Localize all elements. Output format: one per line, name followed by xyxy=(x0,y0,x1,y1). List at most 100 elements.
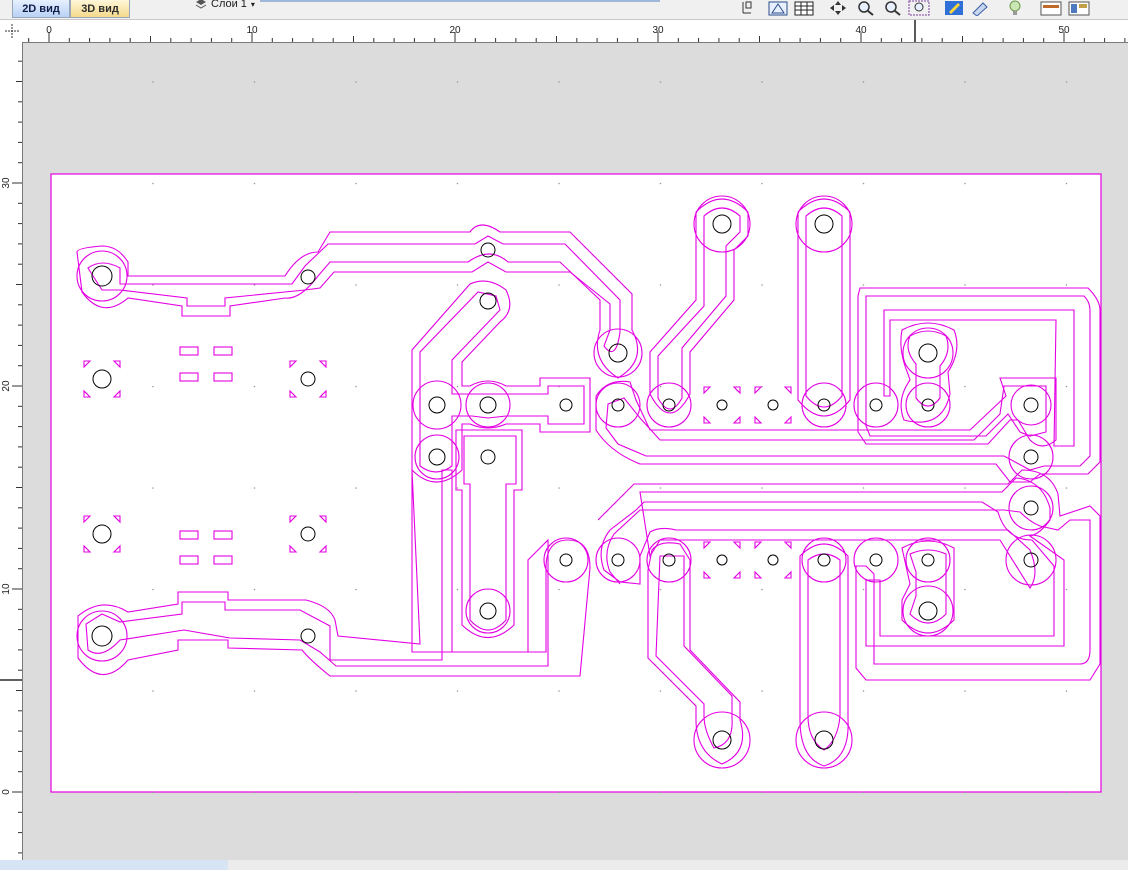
grid-dot xyxy=(152,791,154,794)
grid-dot xyxy=(761,284,763,286)
vertical-ruler: 30 20 10 0 xyxy=(0,42,23,860)
tab-3d-view[interactable]: 3D вид xyxy=(70,0,130,18)
grid-dot xyxy=(862,81,865,83)
grid-dot xyxy=(152,588,154,591)
zoom-in-icon[interactable] xyxy=(856,0,876,16)
grid-dot xyxy=(862,284,865,286)
grid-dot xyxy=(355,791,357,794)
grid-dot xyxy=(659,690,662,692)
grid-dot xyxy=(862,791,865,794)
grid-dot xyxy=(1065,182,1068,185)
grid-dot xyxy=(355,284,357,286)
ruler-label: 50 xyxy=(1058,25,1070,36)
grid-dot xyxy=(1065,690,1068,692)
panel-icon[interactable] xyxy=(1068,0,1090,16)
grid-dot xyxy=(456,284,459,286)
horizontal-ruler: 0 10 20 30 40 50 xyxy=(24,20,1128,43)
grid-dot xyxy=(862,690,865,692)
ruler-label: 0 xyxy=(1,789,12,795)
grid-dot xyxy=(152,182,154,185)
grid-dot xyxy=(761,81,763,83)
grid-dot xyxy=(558,487,560,489)
grid-dot xyxy=(964,81,966,83)
crosshair-icon xyxy=(5,24,19,38)
grid-dot xyxy=(456,385,459,388)
ruler-label: 30 xyxy=(1,177,12,189)
light-icon[interactable] xyxy=(1006,0,1024,16)
grid-dot xyxy=(761,791,763,794)
grid-dot xyxy=(659,385,662,388)
grid-dot xyxy=(558,690,560,692)
grid-dot xyxy=(355,81,357,83)
chevron-down-icon: ▾ xyxy=(250,0,255,9)
grid-dot xyxy=(253,385,256,388)
grid-dot xyxy=(964,385,966,388)
grid-dot xyxy=(964,284,966,286)
grid-dot xyxy=(456,487,459,489)
grid-dot xyxy=(558,588,560,591)
grid-icon[interactable] xyxy=(794,0,814,16)
select-icon[interactable] xyxy=(740,0,754,16)
grid-dot xyxy=(456,690,459,692)
grid-dot xyxy=(1065,284,1068,286)
grid-dot xyxy=(253,690,256,692)
top-toolbar: 2D вид 3D вид Слои 1 ▾ xyxy=(0,0,1128,20)
grid-dot xyxy=(152,81,154,83)
ruler-label: 10 xyxy=(246,25,258,36)
layers-icon xyxy=(195,0,207,9)
grid-dot xyxy=(659,588,662,591)
grid-dot xyxy=(659,81,662,83)
grid-dot xyxy=(152,385,154,388)
layer-selector[interactable]: Слои 1 ▾ xyxy=(195,0,255,10)
ruler-label: 20 xyxy=(449,25,461,36)
tab-2d-view[interactable]: 2D вид xyxy=(12,0,70,18)
workspace[interactable] xyxy=(23,43,1128,860)
ruler-label: 20 xyxy=(1,380,12,392)
grid-dot xyxy=(558,791,560,794)
grid-dot xyxy=(1065,487,1068,489)
grid-dot xyxy=(456,182,459,185)
grid-dot xyxy=(659,791,662,794)
grid-dot xyxy=(355,588,357,591)
layer-label: Слои 1 xyxy=(211,0,247,10)
edit-icon[interactable] xyxy=(944,0,964,16)
grid-dot xyxy=(456,81,459,83)
grid-dot xyxy=(253,182,256,185)
vertical-ruler-scale: 30 20 10 0 xyxy=(0,60,22,854)
grid-dot xyxy=(152,487,154,489)
grid-dot xyxy=(1065,81,1068,83)
grid-dot xyxy=(761,182,763,185)
settings-icon[interactable] xyxy=(1040,0,1062,16)
grid-dot xyxy=(558,81,560,83)
grid-dot xyxy=(355,487,357,489)
properties-icon[interactable] xyxy=(970,0,990,16)
grid-dot xyxy=(456,588,459,591)
layer-view-icon[interactable] xyxy=(768,0,788,16)
pan-icon[interactable] xyxy=(828,0,848,16)
grid-dot xyxy=(355,385,357,388)
grid-dot xyxy=(862,487,865,489)
ruler-label: 40 xyxy=(855,25,867,36)
grid-dot xyxy=(761,588,763,591)
grid-dot xyxy=(253,588,256,591)
pcb-canvas[interactable] xyxy=(23,43,1128,860)
zoom-fit-icon[interactable] xyxy=(908,0,930,16)
ruler-corner xyxy=(0,20,25,43)
horizontal-ruler-scale: 0 10 20 30 40 50 xyxy=(28,20,1126,42)
grid-dot xyxy=(964,588,966,591)
grid-dot xyxy=(964,182,966,185)
ruler-label: 10 xyxy=(1,583,12,595)
grid-dot xyxy=(964,487,966,489)
grid-dot xyxy=(1065,588,1068,591)
zoom-out-icon[interactable] xyxy=(882,0,902,16)
grid-dot xyxy=(456,791,459,794)
grid-dot xyxy=(1065,385,1068,388)
grid-dot xyxy=(964,791,966,794)
grid-dot xyxy=(964,690,966,692)
grid-dot xyxy=(558,182,560,185)
grid-dot xyxy=(253,81,256,83)
grid-dot xyxy=(253,791,256,794)
grid-dot xyxy=(253,487,256,489)
grid-dot xyxy=(558,284,560,286)
ruler-label: 30 xyxy=(652,25,664,36)
